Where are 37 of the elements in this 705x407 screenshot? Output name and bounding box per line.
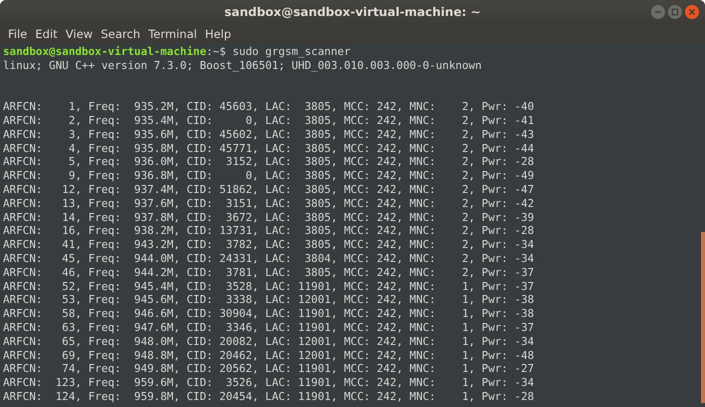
prompt-path: :~$ [206, 45, 226, 58]
terminal-line: ARFCN: 63, Freq: 947.6M, CID: 3346, LAC: 11901, MCC: 242, MNC: 1, Pwr: -37 [3, 320, 534, 335]
terminal-line: ARFCN: 46, Freq: 944.2M, CID: 3781, LAC: 3805, MCC: 242, MNC: 2, Pwr: -37 [3, 266, 534, 280]
maximize-icon[interactable] [668, 5, 682, 19]
terminal-line: ARFCN: 1, Freq: 935.2M, CID: 45603, LAC: 3805, MCC: 242, MNC: 2, Pwr: -40 [3, 100, 534, 114]
terminal-line: linux; GNU C++ version 7.3.0; Boost_106501; UHD_003.010.003.000-0-unknown [3, 58, 482, 73]
close-icon[interactable] [685, 5, 699, 19]
prompt-user-host: sandbox@sandbox-virtual-machine [3, 45, 206, 58]
terminal-line: ARFCN: 9, Freq: 936.8M, CID: 0, LAC: 3805, MCC: 242, MNC: 2, Pwr: -49 [3, 169, 534, 183]
terminal-line: ARFCN: 65, Freq: 948.0M, CID: 20082, LAC: 12001, MCC: 242, MNC: 1, Pwr: -34 [3, 334, 534, 349]
terminal-line: ARFCN: 124, Freq: 959.8M, CID: 20454, LAC: 11901, MCC: 242, MNC: 1, Pwr: -28 [3, 390, 534, 404]
terminal-line: ARFCN: 4, Freq: 935.8M, CID: 45771, LAC: 3805, MCC: 242, MNC: 2, Pwr: -44 [3, 142, 534, 156]
terminal-line: ARFCN: 13, Freq: 937.6M, CID: 3151, LAC: 3805, MCC: 242, MNC: 2, Pwr: -42 [3, 196, 534, 211]
terminal-line: ARFCN: 45, Freq: 944.0M, CID: 24331, LAC: 3804, MCC: 242, MNC: 2, Pwr: -34 [3, 252, 534, 266]
terminal-line: ARFCN: 52, Freq: 945.4M, CID: 3528, LAC: 11901, MCC: 242, MNC: 1, Pwr: -37 [3, 280, 534, 294]
terminal-line: ARFCN: 123, Freq: 959.6M, CID: 3526, LAC: 11901, MCC: 242, MNC: 1, Pwr: -34 [3, 376, 534, 390]
terminal-line: ARFCN: 53, Freq: 945.6M, CID: 3338, LAC: 12001, MCC: 242, MNC: 1, Pwr: -38 [3, 293, 534, 308]
menu-item[interactable]: File [4, 27, 32, 41]
menu-item[interactable]: Search [96, 27, 144, 41]
minimize-icon[interactable] [651, 5, 665, 19]
menu-item[interactable]: Terminal [144, 27, 201, 41]
terminal-line: ARFCN: 74, Freq: 949.8M, CID: 20562, LAC: 11901, MCC: 242, MNC: 1, Pwr: -27 [3, 362, 534, 376]
window-title: sandbox@sandbox-virtual-machine: ~ [224, 5, 481, 19]
terminal-line: ARFCN: 14, Freq: 937.8M, CID: 3672, LAC: 3805, MCC: 242, MNC: 2, Pwr: -39 [3, 210, 534, 224]
terminal-line: ARFCN: 58, Freq: 946.6M, CID: 30904, LAC: 11901, MCC: 242, MNC: 1, Pwr: -38 [3, 307, 534, 321]
menu-item[interactable]: View [62, 27, 97, 41]
command-text: sudo grgsm_scanner [231, 45, 351, 58]
scrollbar[interactable] [701, 232, 705, 403]
menu-item[interactable]: Edit [31, 27, 62, 41]
terminal-line: ARFCN: 2, Freq: 935.4M, CID: 0, LAC: 3805, MCC: 242, MNC: 2, Pwr: -41 [3, 114, 534, 128]
terminal-line: ARFCN: 69, Freq: 948.8M, CID: 20462, LAC: 12001, MCC: 242, MNC: 1, Pwr: -48 [3, 348, 534, 362]
terminal-line: ARFCN: 41, Freq: 943.2M, CID: 3782, LAC: 3805, MCC: 242, MNC: 2, Pwr: -34 [3, 238, 534, 252]
terminal-line: ARFCN: 3, Freq: 935.6M, CID: 45602, LAC: 3805, MCC: 242, MNC: 2, Pwr: -43 [3, 128, 534, 142]
menu-item[interactable]: Help [200, 27, 236, 41]
terminal-line: ARFCN: 16, Freq: 938.2M, CID: 13731, LAC: 3805, MCC: 242, MNC: 2, Pwr: -28 [3, 224, 534, 238]
terminal-line: ARFCN: 5, Freq: 936.0M, CID: 3152, LAC: 3805, MCC: 242, MNC: 2, Pwr: -28 [3, 155, 534, 170]
terminal-line: ARFCN: 12, Freq: 937.4M, CID: 51862, LAC: 3805, MCC: 242, MNC: 2, Pwr: -47 [3, 182, 534, 197]
